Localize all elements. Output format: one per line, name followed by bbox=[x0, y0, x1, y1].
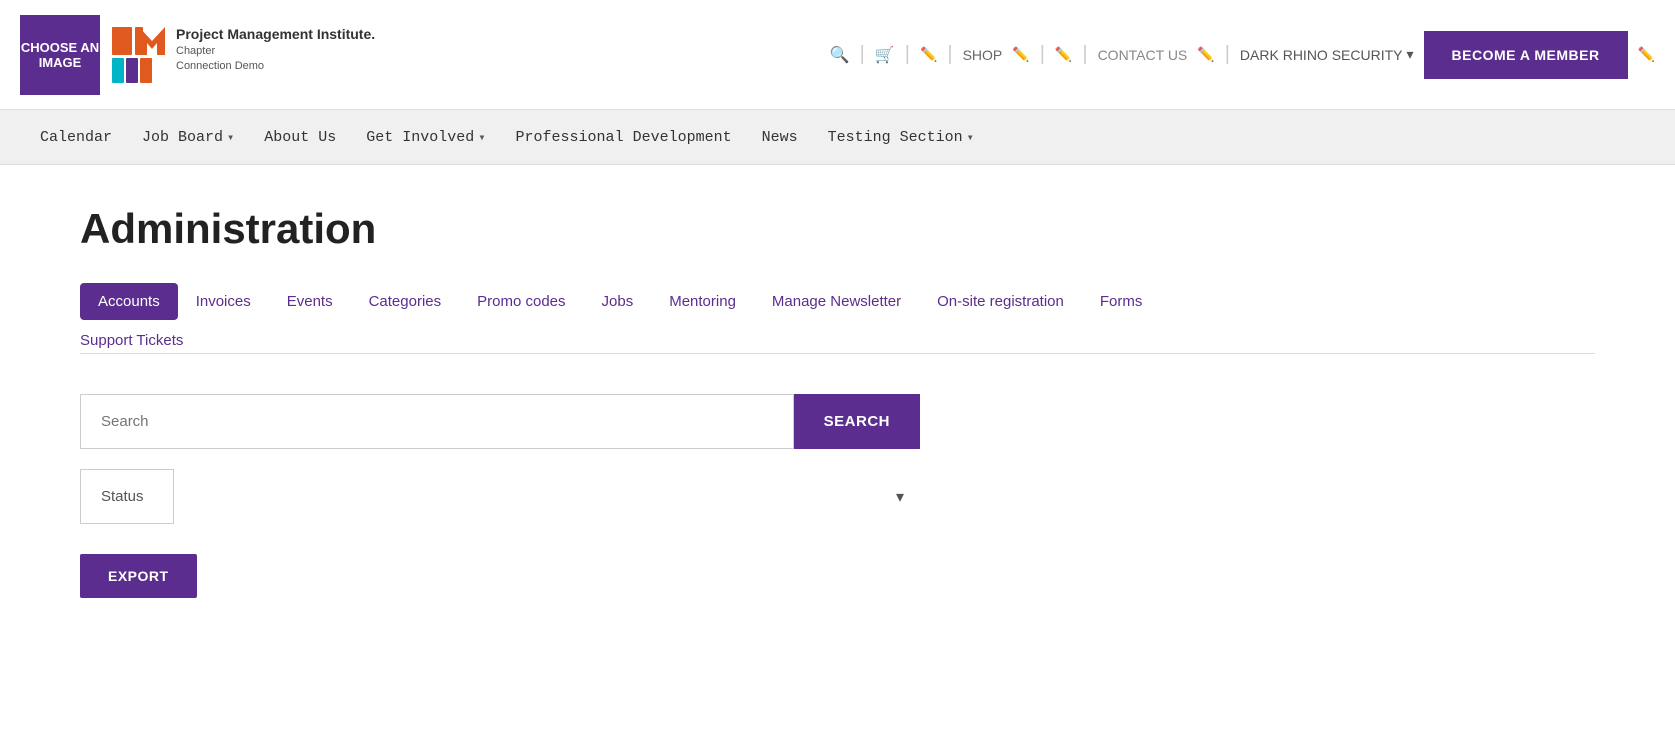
search-button[interactable]: SEARCH bbox=[794, 394, 920, 449]
divider-5: | bbox=[1082, 43, 1087, 66]
nav-item-news[interactable]: News bbox=[762, 111, 798, 164]
chevron-down-icon: ▾ bbox=[478, 130, 485, 145]
tab-accounts[interactable]: Accounts bbox=[80, 283, 178, 320]
tab-jobs[interactable]: Jobs bbox=[584, 283, 652, 320]
pmi-logo: Project Management Institute. Chapter Co… bbox=[110, 25, 375, 85]
header: CHOOSE AN IMAGE Project Management Insti… bbox=[0, 0, 1675, 110]
page-title: Administration bbox=[80, 205, 1595, 253]
divider-2: | bbox=[905, 43, 910, 66]
search-input[interactable] bbox=[80, 394, 794, 449]
nav-item-jobboard[interactable]: Job Board ▾ bbox=[142, 111, 234, 164]
main-content: Administration Accounts Invoices Events … bbox=[0, 165, 1675, 638]
tabs-area: Accounts Invoices Events Categories Prom… bbox=[80, 283, 1595, 354]
shop-label[interactable]: SHOP bbox=[963, 47, 1003, 63]
choose-image-box[interactable]: CHOOSE AN IMAGE bbox=[20, 15, 100, 95]
divider-4: | bbox=[1040, 43, 1045, 66]
export-button[interactable]: EXPORT bbox=[80, 554, 197, 598]
divider-1: | bbox=[860, 43, 865, 66]
pmi-text: Project Management Institute. Chapter Co… bbox=[176, 25, 375, 75]
tab-mentoring[interactable]: Mentoring bbox=[651, 283, 754, 320]
tab-promo-codes[interactable]: Promo codes bbox=[459, 283, 583, 320]
chevron-down-icon: ▾ bbox=[1407, 46, 1414, 63]
tab-events[interactable]: Events bbox=[269, 283, 351, 320]
dark-rhino-label[interactable]: DARK RHINO SECURITY ▾ bbox=[1240, 46, 1414, 63]
edit-icon-1[interactable]: ✏️ bbox=[920, 46, 937, 63]
tabs-second-row: Support Tickets bbox=[80, 320, 1595, 353]
tab-invoices[interactable]: Invoices bbox=[178, 283, 269, 320]
status-select[interactable]: Status Active Inactive bbox=[80, 469, 174, 524]
nav-item-calendar[interactable]: Calendar bbox=[40, 111, 112, 164]
logo-area: CHOOSE AN IMAGE Project Management Insti… bbox=[20, 15, 375, 95]
become-member-button[interactable]: BECOME A MEMBER bbox=[1424, 31, 1628, 79]
edit-icon-3[interactable]: ✏️ bbox=[1055, 46, 1072, 63]
nav-item-getinvolved[interactable]: Get Involved ▾ bbox=[366, 111, 485, 164]
search-icon[interactable]: 🔍 bbox=[830, 45, 850, 65]
nav-item-aboutus[interactable]: About Us bbox=[264, 111, 336, 164]
chevron-down-icon: ▾ bbox=[967, 130, 974, 145]
tab-manage-newsletter[interactable]: Manage Newsletter bbox=[754, 283, 919, 320]
divider-3: | bbox=[947, 43, 952, 66]
tab-support-tickets[interactable]: Support Tickets bbox=[80, 328, 183, 353]
contact-us-label[interactable]: CONTACT US bbox=[1098, 47, 1188, 63]
tab-forms[interactable]: Forms bbox=[1082, 283, 1161, 320]
pmi-sub1: Chapter bbox=[176, 44, 375, 59]
chevron-down-icon: ▾ bbox=[227, 130, 234, 145]
nav-item-testing[interactable]: Testing Section ▾ bbox=[828, 111, 974, 164]
header-right: 🔍 | 🛒 | ✏️ | SHOP ✏️ | ✏️ | CONTACT US ✏… bbox=[830, 31, 1655, 79]
pmi-sub2: Connection Demo bbox=[176, 59, 375, 74]
edit-icon-5[interactable]: ✏️ bbox=[1638, 46, 1655, 63]
pmi-name: Project Management Institute. bbox=[176, 25, 375, 45]
cart-icon[interactable]: 🛒 bbox=[875, 45, 895, 65]
nav-bar: Calendar Job Board ▾ About Us Get Involv… bbox=[0, 110, 1675, 165]
search-row: SEARCH bbox=[80, 394, 920, 449]
nav-item-profdev[interactable]: Professional Development bbox=[516, 111, 732, 164]
status-row: Status Active Inactive bbox=[80, 469, 920, 524]
tab-onsite-registration[interactable]: On-site registration bbox=[919, 283, 1082, 320]
pmi-icon bbox=[110, 25, 170, 85]
status-wrapper: Status Active Inactive bbox=[80, 469, 920, 524]
edit-icon-4[interactable]: ✏️ bbox=[1197, 46, 1214, 63]
divider-6: | bbox=[1225, 43, 1230, 66]
edit-icon-2[interactable]: ✏️ bbox=[1012, 46, 1029, 63]
tab-categories[interactable]: Categories bbox=[351, 283, 460, 320]
